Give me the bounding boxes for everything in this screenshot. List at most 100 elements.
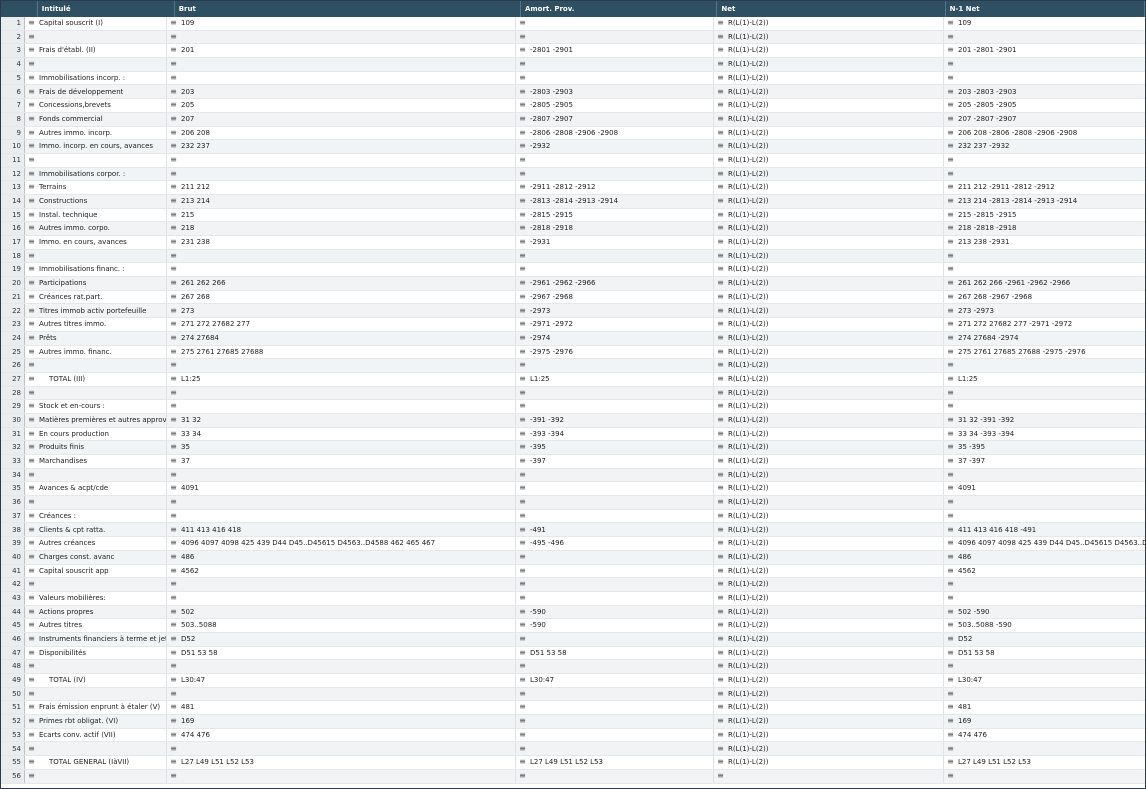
cell-net[interactable]: ≡ R(L(1)-L(2)) [714, 126, 944, 140]
cell-amort[interactable]: ≡ -2961 -2962 -2966 [516, 277, 714, 290]
menu-icon[interactable]: ≡ [717, 373, 724, 386]
menu-icon[interactable]: ≡ [717, 592, 724, 605]
cell-n1-net[interactable]: ≡ L27 L49 L51 L52 L53 [944, 756, 1145, 769]
menu-icon[interactable]: ≡ [947, 168, 954, 181]
cell-n1-net[interactable]: ≡ 486 [944, 551, 1145, 564]
menu-icon[interactable]: ≡ [947, 482, 954, 495]
cell-brut[interactable]: ≡ 203 [167, 85, 516, 99]
menu-icon[interactable]: ≡ [717, 86, 724, 99]
menu-icon[interactable]: ≡ [947, 181, 954, 194]
menu-icon[interactable]: ≡ [170, 318, 177, 331]
menu-icon[interactable]: ≡ [519, 181, 526, 194]
cell-brut[interactable]: ≡ 207 [167, 112, 516, 126]
menu-icon[interactable]: ≡ [717, 154, 724, 167]
cell-amort[interactable]: ≡ -393 -394 [516, 427, 714, 441]
menu-icon[interactable]: ≡ [170, 359, 177, 372]
menu-icon[interactable]: ≡ [28, 127, 35, 140]
menu-icon[interactable]: ≡ [28, 441, 35, 454]
cell-n1-net[interactable]: ≡ 35 -395 [944, 441, 1145, 454]
cell-amort[interactable]: ≡ [516, 715, 714, 728]
menu-icon[interactable]: ≡ [947, 633, 954, 646]
menu-icon[interactable]: ≡ [170, 250, 177, 263]
menu-icon[interactable]: ≡ [170, 428, 177, 441]
cell-brut[interactable]: ≡ 169 [167, 715, 516, 728]
cell-brut[interactable]: ≡ D51 53 58 [167, 646, 516, 660]
menu-icon[interactable]: ≡ [717, 99, 724, 112]
cell-intitule[interactable]: ≡ Constructions [25, 194, 167, 208]
menu-icon[interactable]: ≡ [519, 729, 526, 742]
menu-icon[interactable]: ≡ [519, 715, 526, 728]
menu-icon[interactable]: ≡ [947, 305, 954, 318]
cell-n1-net[interactable]: ≡ 271 272 27682 277 -2971 -2972 [944, 318, 1145, 331]
cell-net[interactable]: ≡ [714, 769, 944, 783]
menu-icon[interactable]: ≡ [947, 647, 954, 660]
cell-intitule[interactable]: ≡ Créances : [25, 509, 167, 523]
menu-icon[interactable]: ≡ [947, 44, 954, 57]
cell-n1-net[interactable]: ≡ 4096 4097 4098 425 439 D44 D45..D45615 … [944, 537, 1145, 550]
menu-icon[interactable]: ≡ [170, 236, 177, 249]
menu-icon[interactable]: ≡ [519, 17, 526, 30]
cell-intitule[interactable]: ≡ Créances rat.part. [25, 290, 167, 304]
cell-n1-net[interactable]: ≡ [944, 469, 1145, 482]
cell-n1-net[interactable]: ≡ 211 212 -2911 -2812 -2912 [944, 181, 1145, 194]
cell-net[interactable]: ≡ R(L(1)-L(2)) [714, 140, 944, 153]
menu-icon[interactable]: ≡ [717, 510, 724, 523]
cell-n1-net[interactable]: ≡ [944, 770, 1145, 783]
menu-icon[interactable]: ≡ [28, 86, 35, 99]
cell-amort[interactable]: ≡ [516, 249, 714, 263]
cell-net[interactable]: ≡ R(L(1)-L(2)) [714, 701, 944, 715]
menu-icon[interactable]: ≡ [947, 510, 954, 523]
cell-net[interactable]: ≡ R(L(1)-L(2)) [714, 564, 944, 578]
cell-intitule[interactable]: ≡ Primes rbt obligat. (VI) [25, 715, 167, 728]
cell-intitule[interactable]: ≡ Autres immo. financ. [25, 345, 167, 359]
cell-n1-net[interactable]: ≡ 213 214 -2813 -2814 -2913 -2914 [944, 195, 1145, 208]
cell-brut[interactable]: ≡ [167, 30, 516, 44]
cell-intitule[interactable]: ≡ Immo. en cours, avances [25, 236, 167, 249]
cell-brut[interactable]: ≡ 474 476 [167, 728, 516, 742]
menu-icon[interactable]: ≡ [947, 154, 954, 167]
cell-n1-net[interactable]: ≡ L1:25 [944, 373, 1145, 386]
cell-brut[interactable]: ≡ 232 237 [167, 140, 516, 153]
menu-icon[interactable]: ≡ [519, 619, 526, 632]
header-net[interactable]: Net [717, 1, 946, 17]
menu-icon[interactable]: ≡ [947, 400, 954, 413]
cell-n1-net[interactable]: ≡ [944, 263, 1145, 276]
menu-icon[interactable]: ≡ [28, 291, 35, 304]
cell-n1-net[interactable]: ≡ [944, 592, 1145, 605]
menu-icon[interactable]: ≡ [947, 359, 954, 372]
cell-net[interactable]: ≡ R(L(1)-L(2)) [714, 99, 944, 112]
cell-n1-net[interactable]: ≡ 503..5088 -590 [944, 619, 1145, 632]
menu-icon[interactable]: ≡ [947, 715, 954, 728]
menu-icon[interactable]: ≡ [170, 277, 177, 290]
menu-icon[interactable]: ≡ [170, 770, 177, 783]
menu-icon[interactable]: ≡ [170, 181, 177, 194]
menu-icon[interactable]: ≡ [519, 113, 526, 126]
menu-icon[interactable]: ≡ [947, 565, 954, 578]
cell-intitule[interactable]: ≡ Clients & cpt ratta. [25, 523, 167, 537]
menu-icon[interactable]: ≡ [519, 688, 526, 701]
cell-brut[interactable]: ≡ 267 268 [167, 290, 516, 304]
cell-amort[interactable]: ≡ -2932 [516, 140, 714, 153]
cell-amort[interactable]: ≡ [516, 71, 714, 85]
menu-icon[interactable]: ≡ [947, 455, 954, 468]
cell-net[interactable]: ≡ R(L(1)-L(2)) [714, 728, 944, 742]
cell-intitule[interactable]: ≡ [25, 249, 167, 263]
cell-amort[interactable]: ≡ [516, 578, 714, 591]
cell-intitule[interactable]: ≡ Prêts [25, 331, 167, 345]
cell-n1-net[interactable]: ≡ [944, 359, 1145, 372]
cell-brut[interactable]: ≡ 201 [167, 44, 516, 58]
menu-icon[interactable]: ≡ [28, 168, 35, 181]
menu-icon[interactable]: ≡ [717, 236, 724, 249]
menu-icon[interactable]: ≡ [717, 441, 724, 454]
cell-n1-net[interactable]: ≡ D51 53 58 [944, 647, 1145, 660]
menu-icon[interactable]: ≡ [519, 209, 526, 222]
cell-n1-net[interactable]: ≡ 267 268 -2967 -2968 [944, 291, 1145, 304]
cell-net[interactable]: ≡ R(L(1)-L(2)) [714, 523, 944, 537]
menu-icon[interactable]: ≡ [519, 400, 526, 413]
menu-icon[interactable]: ≡ [947, 209, 954, 222]
menu-icon[interactable]: ≡ [947, 537, 954, 550]
menu-icon[interactable]: ≡ [519, 674, 526, 687]
cell-amort[interactable]: ≡ -397 [516, 455, 714, 468]
cell-brut[interactable]: ≡ D52 [167, 632, 516, 646]
cell-amort[interactable]: ≡ D51 53 58 [516, 646, 714, 660]
